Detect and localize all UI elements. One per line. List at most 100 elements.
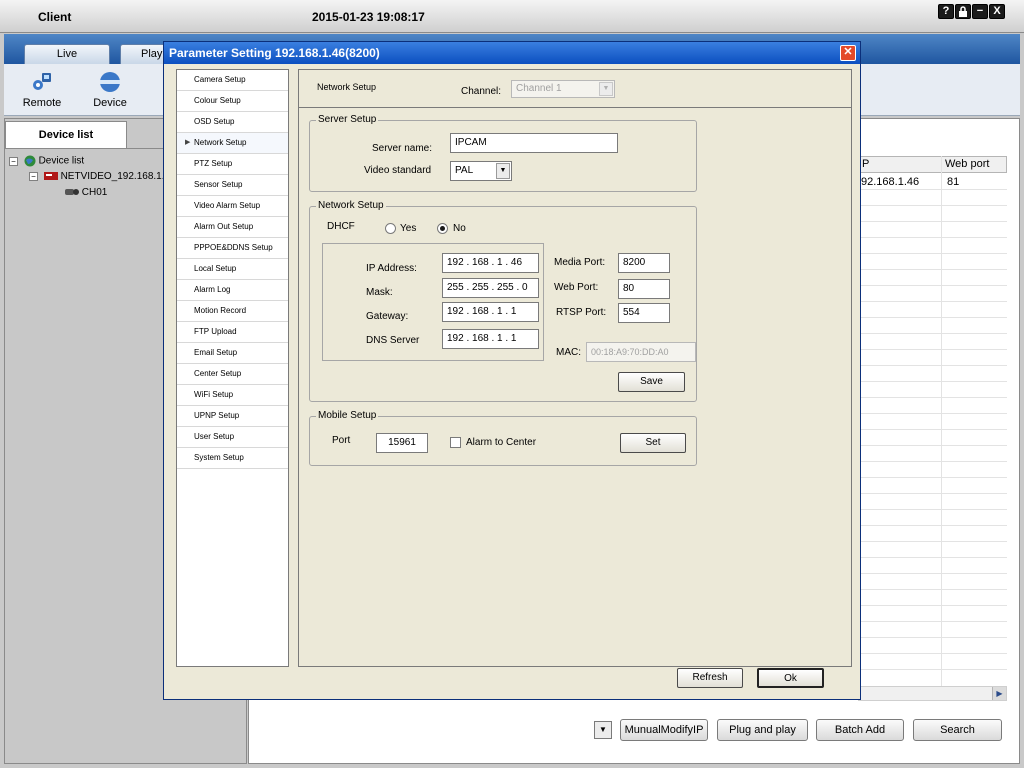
menu-item-user-setup[interactable]: User Setup — [177, 427, 288, 448]
menu-item-osd-setup[interactable]: OSD Setup — [177, 112, 288, 133]
column-header-web-port[interactable]: Web port — [941, 156, 1007, 173]
lock-icon — [959, 6, 967, 17]
gateway-input[interactable]: 192 . 168 . 1 . 1 — [442, 302, 539, 322]
menu-item-alarm-log[interactable]: Alarm Log — [177, 280, 288, 301]
dhcp-no-label: No — [453, 223, 466, 234]
close-icon: ✕ — [843, 46, 853, 58]
manual-modify-ip-button[interactable]: MunualModifyIP — [620, 719, 708, 741]
chevron-down-icon[interactable]: ▼ — [594, 721, 612, 739]
column-divider — [941, 156, 942, 686]
chevron-down-icon[interactable]: ▼ — [496, 163, 510, 179]
row-divider — [858, 365, 1007, 366]
video-standard-value: PAL — [455, 165, 474, 176]
collapse-icon[interactable]: − — [29, 171, 38, 181]
rtsp-port-input[interactable]: 554 — [618, 303, 670, 323]
menu-item-local-setup[interactable]: Local Setup — [177, 259, 288, 280]
mask-input[interactable]: 255 . 255 . 255 . 0 — [442, 278, 539, 298]
ip-address-input[interactable]: 192 . 168 . 1 . 46 — [442, 253, 539, 273]
menu-item-network-setup[interactable]: ▶ Network Setup — [177, 133, 288, 154]
web-port-input[interactable]: 80 — [618, 279, 670, 299]
menu-item-ftp-upload[interactable]: FTP Upload — [177, 322, 288, 343]
row-divider — [858, 477, 1007, 478]
help-button[interactable]: ? — [938, 4, 954, 19]
dns-input[interactable]: 192 . 168 . 1 . 1 — [442, 329, 539, 349]
collapse-icon[interactable]: − — [9, 156, 18, 166]
search-button[interactable]: Search — [913, 719, 1002, 741]
dialog-close-button[interactable]: ✕ — [840, 45, 856, 61]
row-divider — [858, 317, 1007, 318]
row-divider — [858, 557, 1007, 558]
channel-select: Channel 1 ▼ — [511, 80, 615, 98]
row-divider — [858, 573, 1007, 574]
scroll-right-icon[interactable]: ▶ — [992, 687, 1006, 700]
lock-button[interactable] — [955, 4, 971, 19]
video-standard-label: Video standard — [364, 165, 432, 176]
media-port-label: Media Port: — [554, 257, 606, 268]
row-divider — [858, 397, 1007, 398]
row-divider — [858, 333, 1007, 334]
mask-label: Mask: — [366, 287, 393, 298]
tab-live[interactable]: Live — [24, 44, 110, 64]
plug-and-play-button[interactable]: Plug and play — [717, 719, 808, 741]
menu-item-colour-setup[interactable]: Colour Setup — [177, 91, 288, 112]
dhcp-yes-radio[interactable] — [385, 223, 396, 234]
menu-item-alarm-out-setup[interactable]: Alarm Out Setup — [177, 217, 288, 238]
close-button[interactable]: X — [989, 4, 1005, 19]
device-icon — [100, 72, 120, 92]
menu-item-center-setup[interactable]: Center Setup — [177, 364, 288, 385]
server-setup-group: Server Setup Server name: IPCAM Video st… — [309, 114, 697, 192]
device-table: P Web port 92.168.1.46 81 — [858, 156, 1007, 686]
mobile-port-input[interactable]: 15961 — [376, 433, 428, 453]
row-divider — [858, 221, 1007, 222]
ok-button[interactable]: Ok — [757, 668, 824, 688]
mobile-setup-legend: Mobile Setup — [316, 410, 379, 421]
row-divider — [858, 669, 1007, 670]
refresh-button[interactable]: Refresh — [677, 668, 743, 688]
menu-item-camera-setup[interactable]: Camera Setup — [177, 70, 288, 91]
ip-address-label: IP Address: — [366, 263, 417, 274]
row-divider — [858, 525, 1007, 526]
remote-icon — [33, 73, 51, 90]
menu-item-motion-record[interactable]: Motion Record — [177, 301, 288, 322]
row-divider — [858, 541, 1007, 542]
row-divider — [858, 189, 1007, 190]
horizontal-scrollbar[interactable]: ▶ — [858, 686, 1007, 701]
tree-device-label: NETVIDEO_192.168.1.4 — [60, 171, 171, 182]
menu-item-video-alarm-setup[interactable]: Video Alarm Setup — [177, 196, 288, 217]
menu-item-email-setup[interactable]: Email Setup — [177, 343, 288, 364]
remote-label: Remote — [22, 97, 62, 109]
mobile-port-label: Port — [332, 435, 351, 446]
globe-icon — [24, 155, 36, 167]
alarm-to-center-checkbox[interactable] — [450, 437, 461, 448]
device-label: Device — [93, 97, 127, 109]
tree-root[interactable]: − Device list — [9, 155, 84, 167]
mac-input: 00:18:A9:70:DD:A0 — [586, 342, 696, 362]
menu-item-ptz-setup[interactable]: PTZ Setup — [177, 154, 288, 175]
menu-item-upnp-setup[interactable]: UPNP Setup — [177, 406, 288, 427]
column-header-ip[interactable]: P — [858, 156, 942, 173]
row-divider — [858, 621, 1007, 622]
media-port-input[interactable]: 8200 — [618, 253, 670, 273]
minimize-button[interactable]: − — [972, 4, 988, 19]
menu-item-system-setup[interactable]: System Setup — [177, 448, 288, 469]
menu-item-pppoe-ddns-setup[interactable]: PPPOE&DDNS Setup — [177, 238, 288, 259]
menu-item-sensor-setup[interactable]: Sensor Setup — [177, 175, 288, 196]
datetime-display: 2015-01-23 19:08:17 — [312, 10, 425, 24]
device-button[interactable]: Device — [82, 70, 138, 109]
save-button[interactable]: Save — [618, 372, 685, 392]
row-divider — [858, 237, 1007, 238]
tree-device[interactable]: − NETVIDEO_192.168.1.4 — [29, 171, 170, 182]
remote-button[interactable]: Remote — [14, 70, 70, 109]
tree-channel[interactable]: CH01 — [65, 187, 107, 198]
row-divider — [858, 653, 1007, 654]
dhcp-no-radio[interactable] — [437, 223, 448, 234]
dns-label: DNS Server — [366, 335, 420, 346]
row-divider — [858, 429, 1007, 430]
set-button[interactable]: Set — [620, 433, 686, 453]
server-name-input[interactable]: IPCAM — [450, 133, 618, 153]
video-standard-select[interactable]: PAL ▼ — [450, 161, 512, 181]
row-divider — [858, 605, 1007, 606]
batch-add-button[interactable]: Batch Add — [816, 719, 904, 741]
menu-item-wifi-setup[interactable]: WiFi Setup — [177, 385, 288, 406]
tab-device-list[interactable]: Device list — [5, 121, 127, 148]
